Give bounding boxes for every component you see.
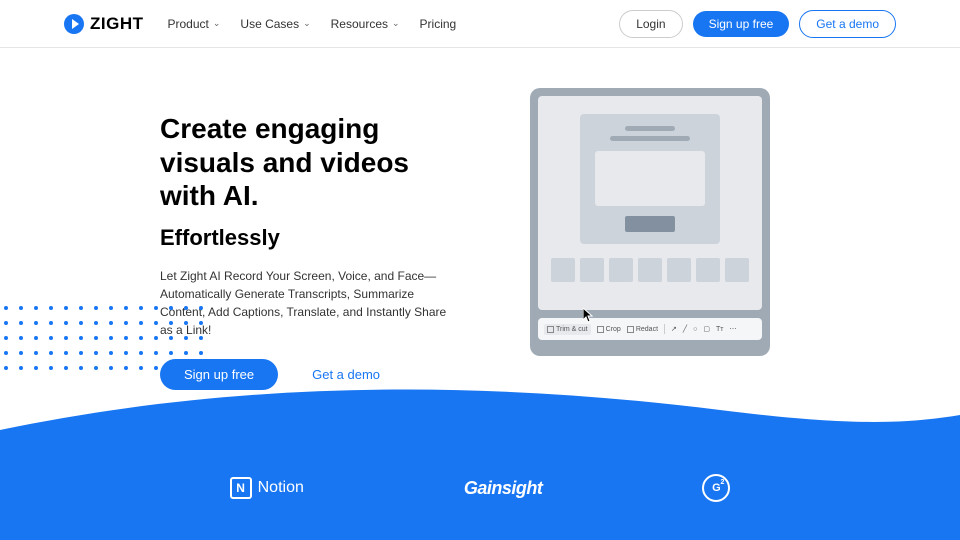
notion-icon: N	[230, 477, 252, 499]
toolbar-separator	[664, 324, 665, 334]
decorative-dots: document.write('<div class="dot"></div>'…	[4, 306, 209, 376]
hero-subtitle: Effortlessly	[160, 225, 470, 251]
thumbnail	[696, 258, 720, 282]
trim-icon	[547, 326, 554, 333]
chevron-down-icon: ⌄	[303, 18, 311, 29]
thumbnail	[725, 258, 749, 282]
redact-icon	[627, 326, 634, 333]
chevron-down-icon: ⌄	[392, 18, 400, 29]
mock-content	[595, 151, 705, 206]
nav-product[interactable]: Product⌄	[168, 17, 221, 31]
nav-pricing[interactable]: Pricing	[420, 17, 457, 31]
partner-gainsight: Gainsight	[464, 478, 543, 499]
partner-notion: N Notion	[230, 477, 304, 499]
toolbar-redact[interactable]: Redact	[627, 326, 658, 333]
arrow-tool-icon[interactable]: ↗	[671, 325, 677, 333]
login-button[interactable]: Login	[619, 10, 682, 38]
logo-text: ZIGHT	[90, 14, 144, 34]
partner-logos: N Notion Gainsight G2	[0, 474, 960, 502]
mock-browser	[580, 114, 720, 244]
hero-title: Create engaging visuals and videos with …	[160, 112, 470, 213]
mock-button	[625, 216, 675, 232]
gainsight-label: Gainsight	[464, 478, 543, 499]
nav-resources[interactable]: Resources⌄	[331, 17, 400, 31]
g2-icon: G2	[702, 474, 730, 502]
nav-use-cases[interactable]: Use Cases⌄	[240, 17, 310, 31]
mock-line	[625, 126, 675, 131]
cursor-icon	[583, 308, 595, 324]
signup-button[interactable]: Sign up free	[693, 11, 790, 37]
logo-icon	[64, 14, 84, 34]
thumbnail	[667, 258, 691, 282]
chevron-down-icon: ⌄	[213, 18, 221, 29]
mock-line	[610, 136, 690, 141]
crop-icon	[597, 326, 604, 333]
notion-label: Notion	[258, 479, 304, 497]
thumbnail	[551, 258, 575, 282]
logo[interactable]: ZIGHT	[64, 14, 144, 34]
demo-canvas	[538, 96, 762, 310]
partner-g2: G2	[702, 474, 730, 502]
main-nav: Product⌄ Use Cases⌄ Resources⌄ Pricing	[168, 17, 457, 31]
thumbnail	[638, 258, 662, 282]
circle-tool-icon[interactable]: ○	[693, 326, 697, 333]
demo-preview: Trim & cut Crop Redact ↗ ╱ ○ ▢ Tт ⋯	[530, 88, 770, 356]
header-actions: Login Sign up free Get a demo	[619, 10, 896, 38]
main-header: ZIGHT Product⌄ Use Cases⌄ Resources⌄ Pri…	[0, 0, 960, 48]
rect-tool-icon[interactable]: ▢	[703, 325, 710, 333]
text-tool-icon[interactable]: Tт	[716, 326, 723, 333]
get-demo-button[interactable]: Get a demo	[799, 10, 896, 38]
thumbnail-row	[551, 258, 749, 282]
toolbar-crop[interactable]: Crop	[597, 326, 621, 333]
line-tool-icon[interactable]: ╱	[683, 325, 687, 333]
wave-background	[0, 370, 960, 540]
thumbnail	[580, 258, 604, 282]
partners-section: N Notion Gainsight G2	[0, 370, 960, 540]
editor-toolbar: Trim & cut Crop Redact ↗ ╱ ○ ▢ Tт ⋯	[538, 318, 762, 340]
thumbnail	[609, 258, 633, 282]
more-tool-icon[interactable]: ⋯	[729, 325, 736, 333]
toolbar-trim[interactable]: Trim & cut	[544, 324, 591, 335]
